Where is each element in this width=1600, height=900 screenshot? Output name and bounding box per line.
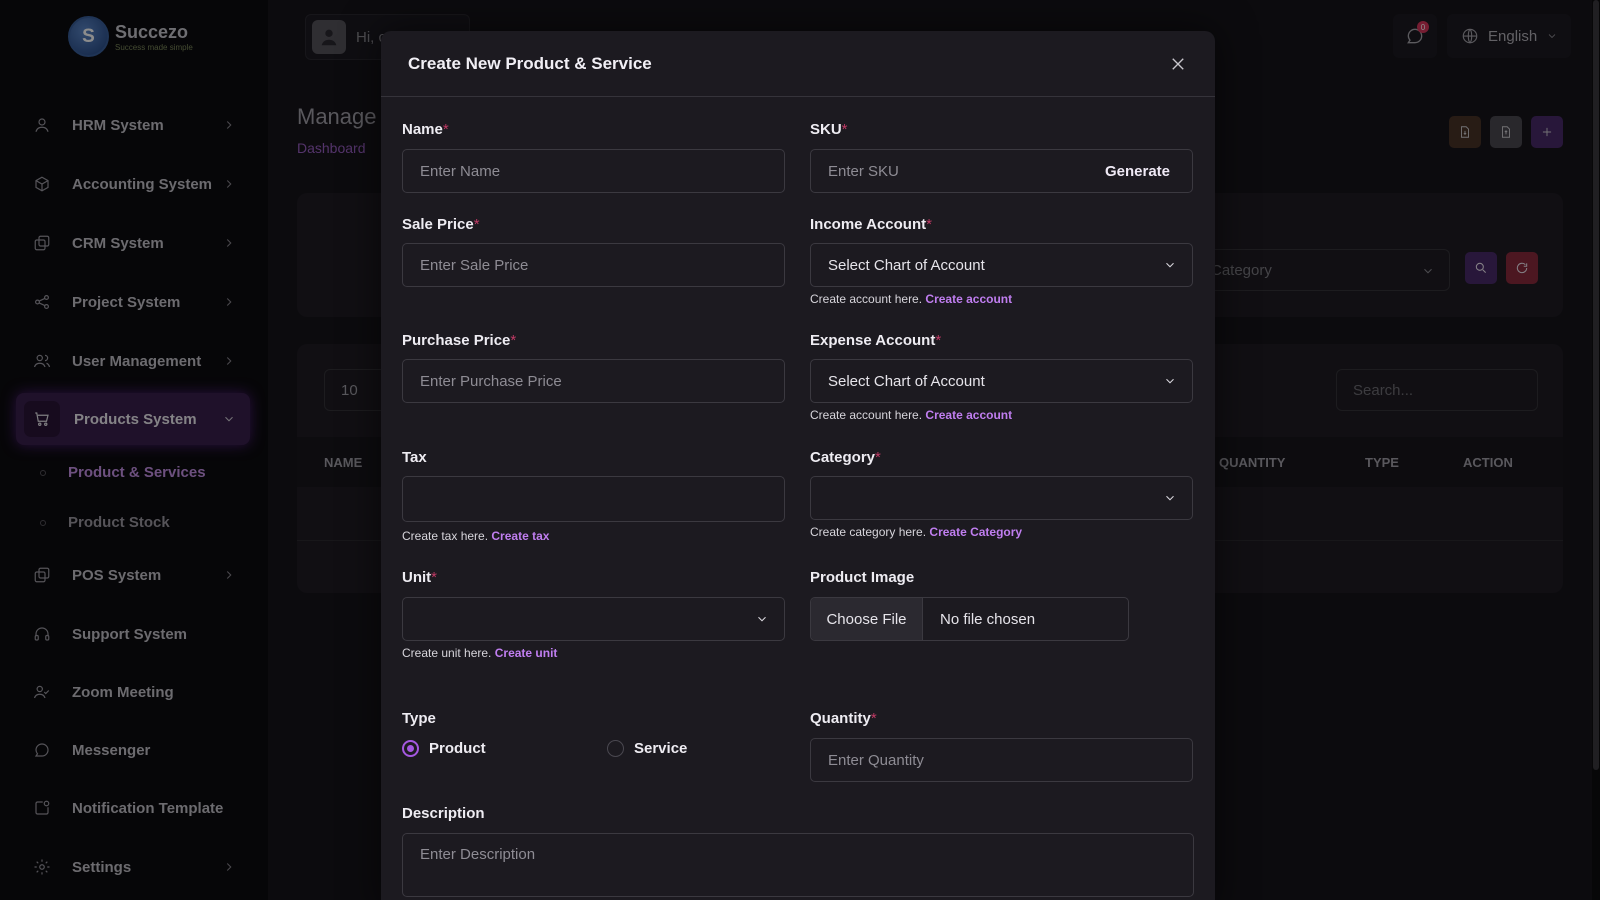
quantity-placeholder: Enter Quantity [828,751,924,769]
chevron-down-icon [1163,258,1177,272]
quantity-input[interactable]: Enter Quantity [810,738,1193,782]
sku-label: SKU* [810,121,848,138]
required-asterisk: * [935,332,942,349]
income-account-label: Income Account* [810,216,932,233]
create-income-account-link[interactable]: Create account [925,292,1012,306]
radio-unchecked-icon[interactable] [607,740,624,757]
description-label: Description [402,805,485,822]
purchase-price-input[interactable]: Enter Purchase Price [402,359,785,403]
close-icon [1172,58,1184,70]
create-tax-link[interactable]: Create tax [491,529,549,543]
category-help: Create category here. Create Category [810,525,1023,539]
product-image-input[interactable]: Choose File No file chosen [810,597,1129,641]
required-asterisk: * [442,121,449,138]
category-label: Category* [810,449,881,466]
sale-price-placeholder: Enter Sale Price [420,256,529,274]
required-asterisk: * [431,569,438,586]
radio-checked-icon[interactable] [402,740,419,757]
expense-account-value: Select Chart of Account [828,372,985,390]
name-label: Name* [402,121,449,138]
choose-file-button[interactable]: Choose File [811,598,923,640]
required-asterisk: * [473,216,480,233]
radio-label: Product [429,740,486,757]
purchase-price-label: Purchase Price* [402,332,517,349]
income-account-help: Create account here. Create account [810,292,1013,306]
description-textarea[interactable]: Enter Description [402,833,1194,897]
unit-select[interactable] [402,597,785,641]
required-asterisk: * [875,449,881,466]
unit-help: Create unit here. Create unit [402,646,558,660]
chevron-down-icon [1163,491,1177,505]
required-asterisk: * [870,710,877,727]
tax-help: Create tax here. Create tax [402,529,550,543]
name-placeholder: Enter Name [420,162,501,180]
close-button[interactable] [1167,53,1189,75]
sku-input[interactable]: Enter SKU [810,149,1084,193]
sku-placeholder: Enter SKU [828,162,899,180]
generate-sku-button[interactable]: Generate [1083,149,1193,193]
chevron-down-icon [755,612,769,626]
modal-title: Create New Product & Service [408,53,652,73]
quantity-label: Quantity* [810,710,877,727]
create-product-modal: Create New Product & Service Name* Enter… [381,31,1215,900]
tax-label: Tax [402,449,427,466]
income-account-value: Select Chart of Account [828,256,985,274]
description-placeholder: Enter Description [420,846,536,863]
unit-label: Unit* [402,569,438,586]
create-expense-account-link[interactable]: Create account [925,408,1012,422]
type-radio-service[interactable]: Service [607,740,687,757]
create-unit-link[interactable]: Create unit [495,646,558,660]
category-select[interactable] [810,476,1193,520]
type-label: Type [402,710,436,727]
expense-account-help: Create account here. Create account [810,408,1013,422]
type-radio-product[interactable]: Product [402,740,486,757]
sale-price-input[interactable]: Enter Sale Price [402,243,785,287]
expense-account-select[interactable]: Select Chart of Account [810,359,1193,403]
radio-label: Service [634,740,688,757]
required-asterisk: * [926,216,932,233]
sale-price-label: Sale Price* [402,216,480,233]
purchase-price-placeholder: Enter Purchase Price [420,372,562,390]
modal-header: Create New Product & Service [381,31,1215,97]
expense-account-label: Expense Account* [810,332,942,349]
create-category-link[interactable]: Create Category [929,525,1022,539]
product-image-label: Product Image [810,569,915,586]
file-status: No file chosen [940,610,1036,628]
chevron-down-icon [1163,374,1177,388]
tax-input[interactable] [402,476,785,522]
income-account-select[interactable]: Select Chart of Account [810,243,1193,287]
name-input[interactable]: Enter Name [402,149,785,193]
required-asterisk: * [841,121,848,138]
required-asterisk: * [510,332,517,349]
